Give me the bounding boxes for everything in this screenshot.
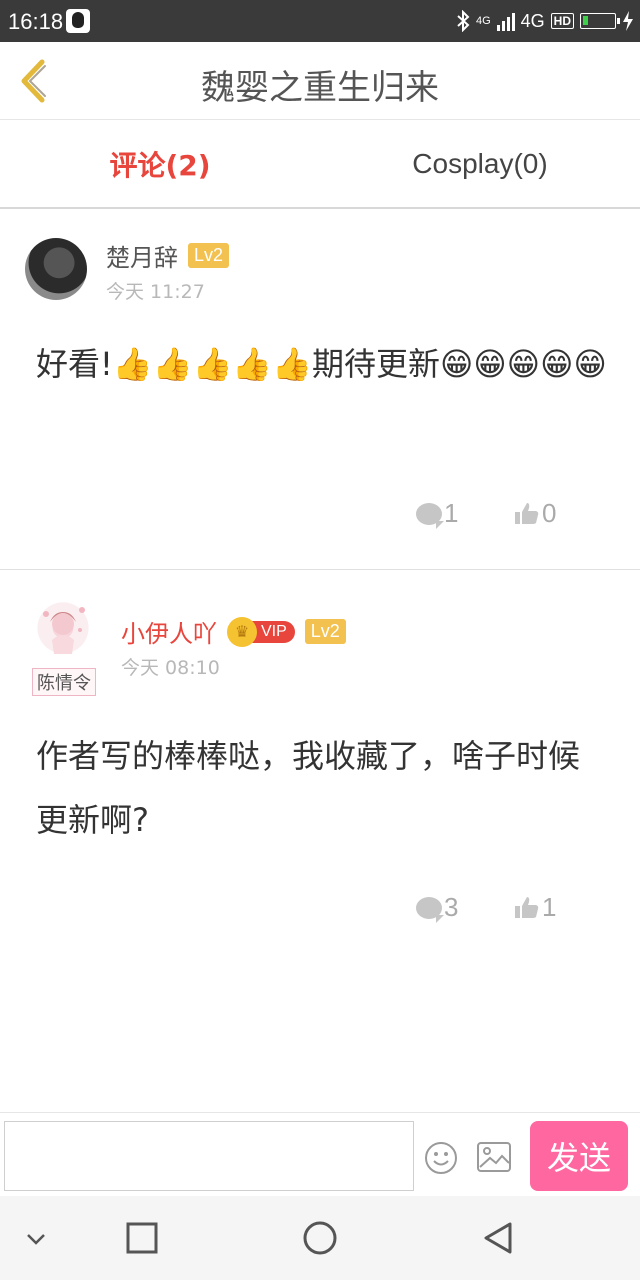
user-name[interactable]: 小伊人吖 bbox=[121, 614, 217, 649]
app-header: 魏婴之重生归来 bbox=[0, 42, 640, 120]
tab-bar: 评论(2) Cosplay(0) bbox=[0, 121, 640, 209]
tab-comments[interactable]: 评论(2) bbox=[0, 121, 320, 207]
tab-cosplay[interactable]: Cosplay(0) bbox=[320, 121, 640, 207]
user-name[interactable]: 楚月辞 bbox=[106, 238, 178, 273]
comment-time: 今天 11:27 bbox=[106, 281, 205, 303]
like-count: 1 bbox=[542, 892, 557, 922]
status-bar: 16:18 4G 4G HD bbox=[0, 0, 640, 42]
reply-count: 3 bbox=[444, 892, 459, 922]
comment-actions: 3 1 bbox=[416, 892, 612, 923]
crown-icon: ♛ bbox=[227, 616, 257, 647]
comment-actions: 1 0 bbox=[416, 498, 612, 529]
send-button[interactable]: 发送 bbox=[530, 1121, 628, 1191]
recent-apps-icon[interactable] bbox=[112, 1216, 172, 1260]
comment-time: 今天 08:10 bbox=[121, 657, 220, 679]
hd-badge: HD bbox=[550, 13, 574, 29]
speech-bubble-icon bbox=[416, 896, 444, 923]
system-nav-bar bbox=[0, 1196, 640, 1280]
vip-badge: ♛ VIP bbox=[227, 616, 295, 647]
user-info-row: 楚月辞 Lv2 bbox=[106, 238, 230, 273]
chevron-down-icon[interactable] bbox=[6, 1216, 66, 1260]
charging-icon bbox=[623, 11, 633, 31]
battery-icon bbox=[580, 13, 620, 29]
network-small-label: 4G bbox=[475, 15, 491, 27]
like-button[interactable]: 0 bbox=[514, 498, 612, 529]
avatar-frame-tag: 陈情令 bbox=[32, 668, 96, 696]
bluetooth-icon bbox=[457, 10, 470, 32]
avatar-illustration bbox=[43, 607, 85, 654]
qq-notification-icon bbox=[66, 9, 90, 33]
reply-button[interactable]: 3 bbox=[416, 892, 514, 923]
back-nav-icon[interactable] bbox=[468, 1216, 528, 1260]
home-icon[interactable] bbox=[290, 1216, 350, 1260]
comment-input-bar: 发送 bbox=[0, 1112, 640, 1196]
level-badge: Lv2 bbox=[188, 243, 230, 268]
like-button[interactable]: 1 bbox=[514, 892, 612, 923]
level-badge: Lv2 bbox=[304, 619, 346, 644]
reply-button[interactable]: 1 bbox=[416, 498, 514, 529]
smiley-icon[interactable] bbox=[424, 1141, 458, 1175]
speech-bubble-icon bbox=[416, 502, 444, 529]
image-icon[interactable] bbox=[476, 1141, 512, 1173]
like-count: 0 bbox=[542, 498, 557, 528]
comment-text: 作者写的棒棒哒，我收藏了，啥子时候更新啊? bbox=[36, 737, 581, 839]
reply-count: 1 bbox=[444, 498, 459, 528]
status-time: 16:18 bbox=[8, 9, 64, 34]
network-label: 4G bbox=[520, 10, 545, 31]
status-indicators: 4G 4G HD bbox=[456, 7, 634, 35]
comment-text: 好看!👍👍👍👍👍期待更新😁😁😁😁😁 bbox=[36, 345, 607, 383]
page-title: 魏婴之重生归来 bbox=[201, 68, 439, 108]
thumbs-up-icon bbox=[515, 896, 539, 918]
comment-input[interactable] bbox=[4, 1121, 414, 1191]
signal-icon bbox=[496, 11, 515, 31]
avatar[interactable] bbox=[25, 238, 87, 300]
comment-item: 楚月辞 Lv2 今天 11:27 好看!👍👍👍👍👍期待更新😁😁😁😁😁 1 0 bbox=[0, 210, 640, 570]
user-info-row: 小伊人吖 ♛ VIP Lv2 bbox=[121, 614, 346, 649]
avatar[interactable] bbox=[32, 600, 94, 662]
comment-item: 陈情令 小伊人吖 ♛ VIP Lv2 今天 08:10 作者写的棒棒哒，我收藏了… bbox=[0, 572, 640, 952]
thumbs-up-icon bbox=[515, 502, 539, 524]
